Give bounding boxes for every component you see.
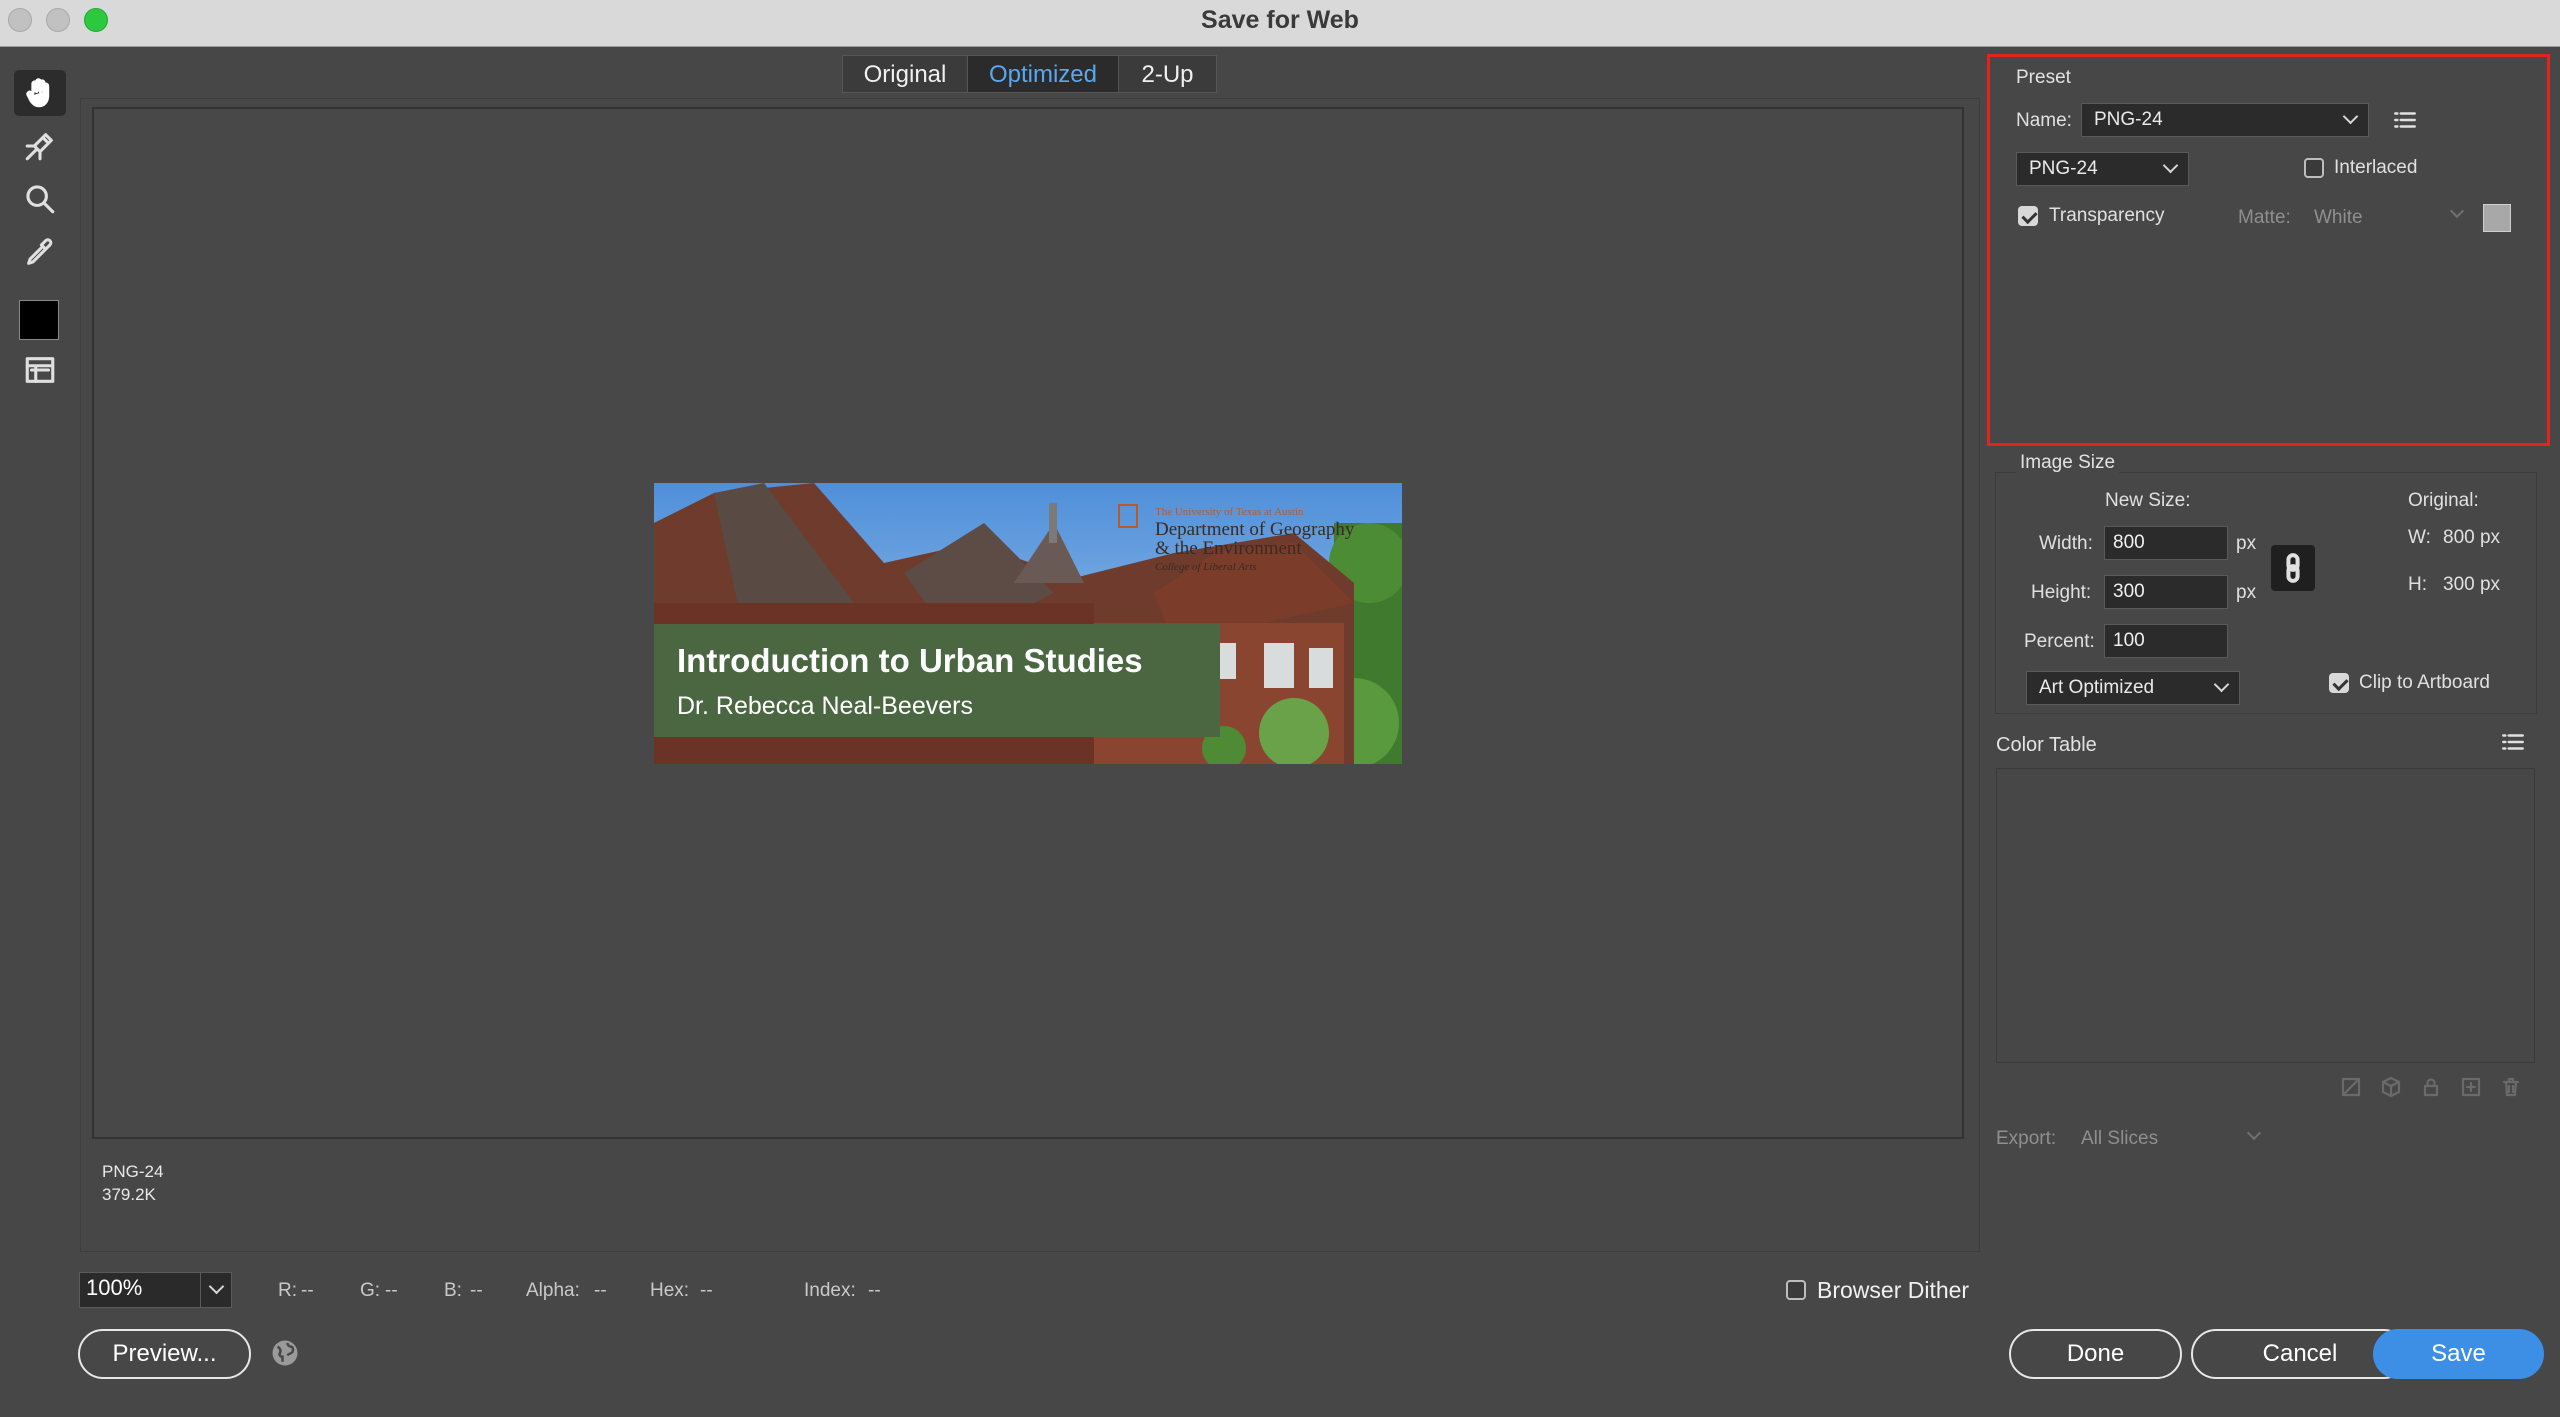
preset-title: Preset: [2016, 67, 2071, 88]
alpha-readout-label: Alpha:: [526, 1280, 580, 1301]
zoom-level-value: 100%: [86, 1275, 143, 1300]
preset-name-label: Name:: [2016, 110, 2072, 131]
toggle-slices-visibility[interactable]: [14, 347, 66, 393]
chevron-down-icon: [2246, 1125, 2262, 1141]
tab-optimized[interactable]: Optimized: [967, 55, 1119, 93]
hex-readout-value: --: [700, 1280, 713, 1301]
logo-line-4: College of Liberal Arts: [1155, 561, 1257, 573]
preset-name-value: PNG-24: [2094, 109, 2163, 130]
chevron-down-icon: [208, 1278, 225, 1295]
eyedropper-color-swatch[interactable]: [19, 300, 59, 340]
hand-icon: [26, 78, 50, 108]
add-color-icon[interactable]: [2459, 1075, 2483, 1099]
preview-image[interactable]: The University of Texas at Austin Depart…: [654, 483, 1402, 764]
chevron-down-icon: [2213, 676, 2230, 693]
color-table-title: Color Table: [1996, 734, 2097, 756]
color-table-menu-button[interactable]: [2500, 729, 2526, 755]
resample-quality-select[interactable]: Art Optimized: [2026, 671, 2240, 705]
tab-original[interactable]: Original: [842, 55, 968, 93]
new-size-label: New Size:: [2105, 490, 2191, 511]
original-height-value: 300 px: [2443, 574, 2501, 595]
optimized-file-size: 379.2K: [102, 1185, 156, 1204]
clip-to-artboard-checkbox[interactable]: [2329, 673, 2349, 693]
width-label: Width:: [2039, 533, 2093, 554]
preview-button[interactable]: Preview...: [78, 1329, 251, 1379]
hex-readout-label: Hex:: [650, 1280, 690, 1301]
resample-quality-value: Art Optimized: [2039, 677, 2155, 698]
lock-icon[interactable]: [2419, 1075, 2443, 1099]
banner-title: Introduction to Urban Studies: [677, 642, 1143, 679]
g-readout-value: --: [385, 1280, 398, 1301]
height-label: Height:: [2031, 582, 2092, 603]
list-menu-icon: [2394, 112, 2416, 128]
tool-bar: [0, 47, 78, 1417]
interlaced-checkbox[interactable]: [2304, 158, 2324, 178]
logo-line-2: Department of Geography: [1155, 519, 1355, 540]
index-readout-value: --: [868, 1280, 881, 1301]
chevron-down-icon: [2162, 157, 2179, 174]
slice-select-icon: [25, 133, 53, 161]
file-format-value: PNG-24: [2029, 158, 2098, 179]
percent-input[interactable]: 100: [2104, 624, 2228, 658]
preset-name-select[interactable]: PNG-24: [2081, 103, 2369, 137]
original-height-label: H:: [2408, 574, 2427, 595]
color-table-area[interactable]: [1996, 768, 2535, 1063]
export-select[interactable]: All Slices: [2081, 1128, 2158, 1150]
magnifier-icon: [26, 185, 55, 214]
eyedropper-icon: [27, 238, 53, 265]
hand-tool[interactable]: [14, 70, 66, 116]
tab-2-up[interactable]: 2-Up: [1118, 55, 1217, 93]
transparency-checkbox[interactable]: [2018, 206, 2038, 226]
zoom-dropdown-button[interactable]: [200, 1272, 232, 1308]
width-unit: px: [2236, 533, 2257, 554]
preset-menu-button[interactable]: [2392, 107, 2418, 133]
g-readout-label: G:: [360, 1280, 381, 1301]
transparency-label: Transparency: [2049, 205, 2165, 226]
eyedropper-tool[interactable]: [14, 229, 66, 275]
r-readout-label: R:: [278, 1280, 297, 1301]
save-button[interactable]: Save: [2373, 1329, 2544, 1379]
file-format-select[interactable]: PNG-24: [2016, 152, 2189, 186]
b-readout-label: B:: [444, 1280, 462, 1301]
percent-label: Percent:: [2024, 631, 2095, 652]
constrain-proportions-button[interactable]: [2271, 545, 2315, 591]
height-unit: px: [2236, 582, 2257, 603]
preview-in-browser-button[interactable]: [270, 1338, 300, 1368]
chevron-down-icon: [2342, 108, 2359, 125]
alpha-readout-value: --: [594, 1280, 607, 1301]
original-width-value: 800 px: [2443, 527, 2501, 548]
browser-dither-checkbox[interactable]: [1786, 1280, 1806, 1300]
matte-select[interactable]: White: [2314, 207, 2363, 229]
link-icon: [2286, 553, 2300, 583]
web-shift-icon[interactable]: [2379, 1075, 2403, 1099]
width-input[interactable]: 800: [2104, 526, 2228, 560]
height-input[interactable]: 300: [2104, 575, 2228, 609]
clip-to-artboard-label: Clip to Artboard: [2359, 672, 2490, 693]
original-size-label: Original:: [2408, 490, 2479, 511]
logo-line-1: The University of Texas at Austin: [1155, 506, 1304, 518]
browser-dither-label: Browser Dither: [1817, 1277, 1970, 1303]
matte-color-swatch[interactable]: [2483, 204, 2511, 232]
trash-icon[interactable]: [2499, 1075, 2523, 1099]
list-menu-icon: [2502, 734, 2524, 750]
slice-select-tool[interactable]: [14, 123, 66, 169]
original-width-label: W:: [2408, 527, 2431, 548]
globe-icon: [272, 1340, 298, 1366]
map-transparent-icon[interactable]: [2339, 1075, 2363, 1099]
r-readout-value: --: [301, 1280, 314, 1301]
slices-visibility-icon: [25, 357, 55, 383]
index-readout-label: Index:: [804, 1280, 856, 1301]
matte-label: Matte:: [2238, 207, 2291, 228]
color-table-actions: [2339, 1075, 2539, 1101]
done-button[interactable]: Done: [2009, 1329, 2182, 1379]
export-label: Export:: [1996, 1128, 2057, 1149]
banner-subtitle: Dr. Rebecca Neal-Beevers: [677, 692, 973, 720]
zoom-tool[interactable]: [14, 176, 66, 222]
interlaced-label: Interlaced: [2334, 157, 2418, 178]
logo-line-3: & the Environment: [1155, 538, 1302, 559]
b-readout-value: --: [470, 1280, 483, 1301]
image-size-title: Image Size: [2016, 452, 2120, 474]
optimized-format-label: PNG-24: [102, 1162, 164, 1181]
window-title: Save for Web: [1201, 6, 1359, 34]
